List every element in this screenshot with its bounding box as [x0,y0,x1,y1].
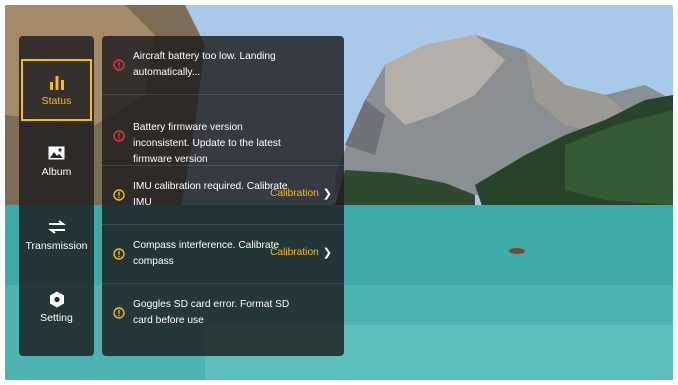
image-icon [46,144,68,162]
error-alert-icon [113,59,125,71]
message-row: Aircraft battery too low. Landing automa… [102,36,344,95]
nav-item-status[interactable]: Status [21,59,92,121]
nav-label-setting: Setting [40,312,73,324]
warning-alert-icon [113,248,125,260]
warning-alert-icon [113,189,125,201]
message-row: Compass interference. Calibrate compass … [102,225,344,284]
nav-label-transmission: Transmission [25,240,88,252]
message-row: Battery firmware version inconsistent. U… [102,107,344,166]
nav-item-transmission[interactable]: Transmission [21,204,92,266]
hexagon-gear-icon [46,290,68,308]
nav-label-status: Status [41,95,72,107]
chevron-right-icon: ❯ [322,188,332,200]
swap-arrows-icon [46,218,68,236]
nav-item-setting[interactable]: Setting [21,276,92,338]
message-row: IMU calibration required. Calibrate IMU … [102,166,344,225]
nav-label-album: Album [41,166,72,178]
message-row: Goggles SD card error. Format SD card be… [102,284,344,343]
calibration-label: Calibration [270,188,319,199]
message-text: Aircraft battery too low. Landing automa… [133,51,276,78]
chevron-right-icon: ❯ [322,247,332,259]
message-text: Battery firmware version inconsistent. U… [133,122,281,165]
bar-chart-icon [46,73,68,91]
status-message-panel: Aircraft battery too low. Landing automa… [102,36,344,356]
error-alert-icon [113,130,125,142]
calibration-compass-button[interactable]: Calibration ❯ [270,246,332,259]
calibration-imu-button[interactable]: Calibration ❯ [270,187,332,200]
calibration-label: Calibration [270,247,319,258]
warning-alert-icon [113,307,125,319]
nav-item-album[interactable]: Album [21,130,92,192]
sidebar-nav: Status Album Transmission Setting [19,36,94,356]
message-text: Goggles SD card error. Format SD card be… [133,299,290,326]
